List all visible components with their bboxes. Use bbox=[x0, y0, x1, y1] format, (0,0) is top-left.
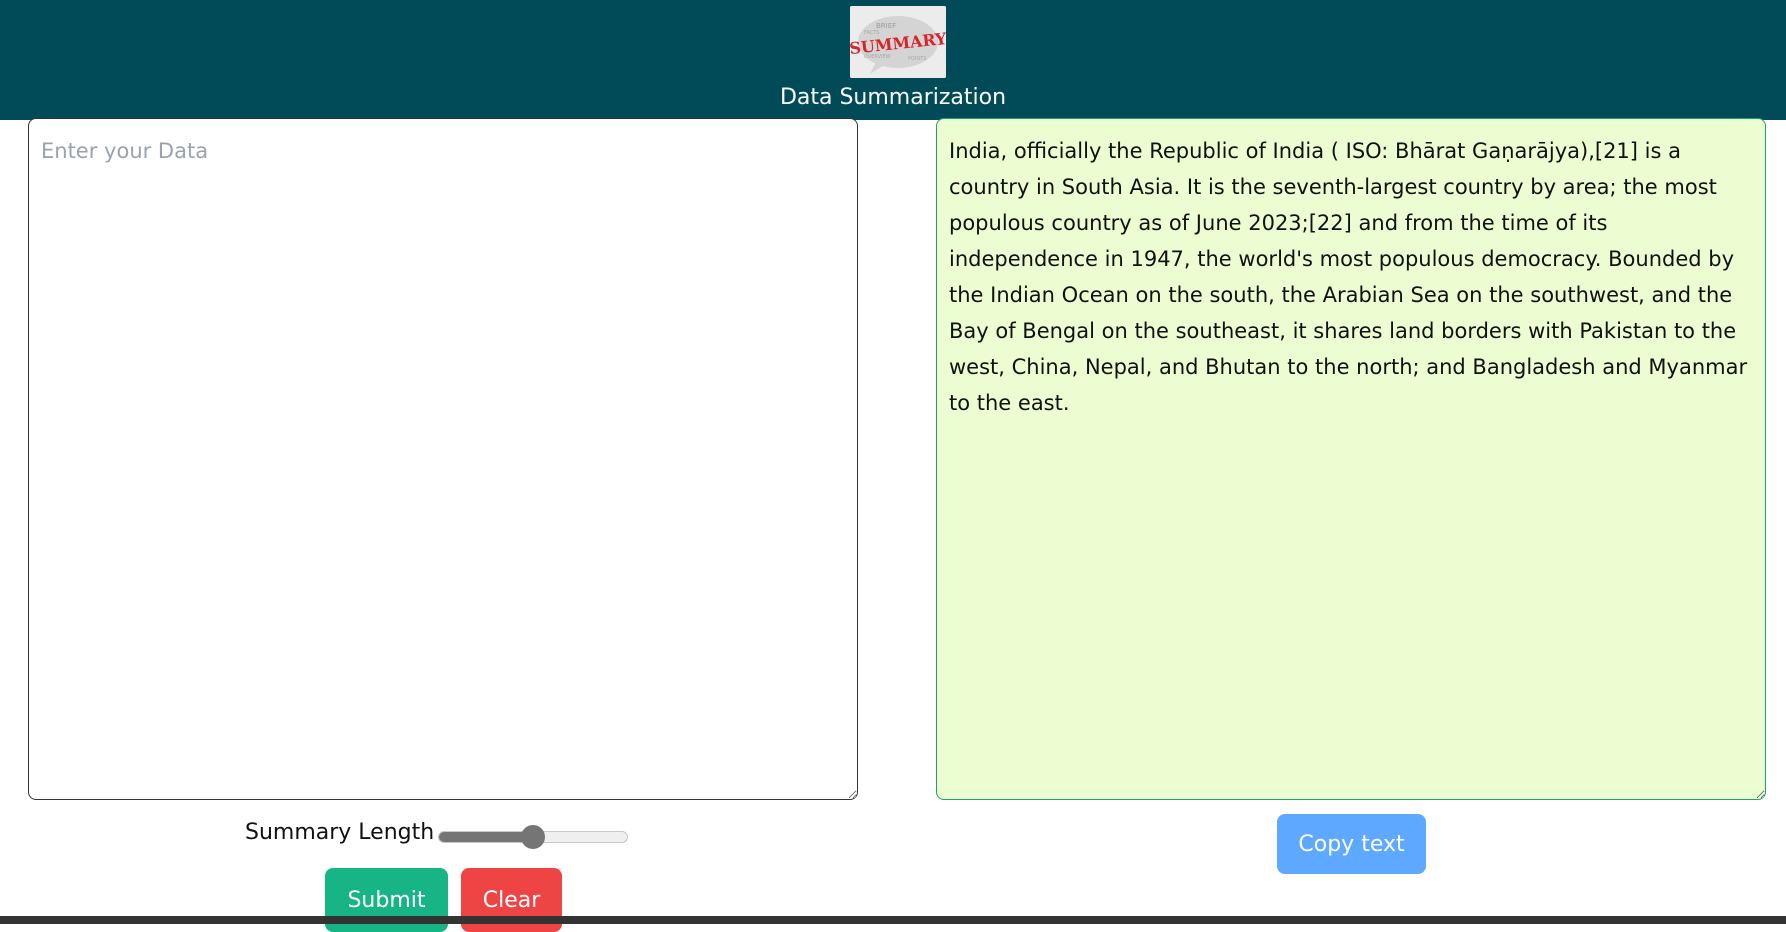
app-header: BRIEF FACTS OVERVIEW POINTS SUMMARY Data… bbox=[0, 0, 1786, 120]
bottom-bar bbox=[0, 916, 1786, 924]
summary-output[interactable]: India, officially the Republic of India … bbox=[936, 118, 1766, 800]
slider-thumb[interactable] bbox=[521, 825, 545, 849]
svg-text:POINTS: POINTS bbox=[908, 56, 926, 62]
summary-logo: BRIEF FACTS OVERVIEW POINTS SUMMARY bbox=[850, 6, 946, 78]
summary-length-label: Summary Length bbox=[245, 820, 435, 845]
summary-length-slider[interactable] bbox=[438, 825, 628, 849]
copy-text-button[interactable]: Copy text bbox=[1277, 814, 1426, 874]
svg-text:FACTS: FACTS bbox=[864, 30, 879, 36]
page-title: Data Summarization bbox=[779, 85, 1007, 110]
data-input[interactable] bbox=[28, 118, 858, 800]
svg-text:BRIEF: BRIEF bbox=[876, 22, 896, 30]
slider-fill bbox=[439, 832, 533, 842]
summary-logo-image: BRIEF FACTS OVERVIEW POINTS SUMMARY bbox=[850, 6, 946, 78]
